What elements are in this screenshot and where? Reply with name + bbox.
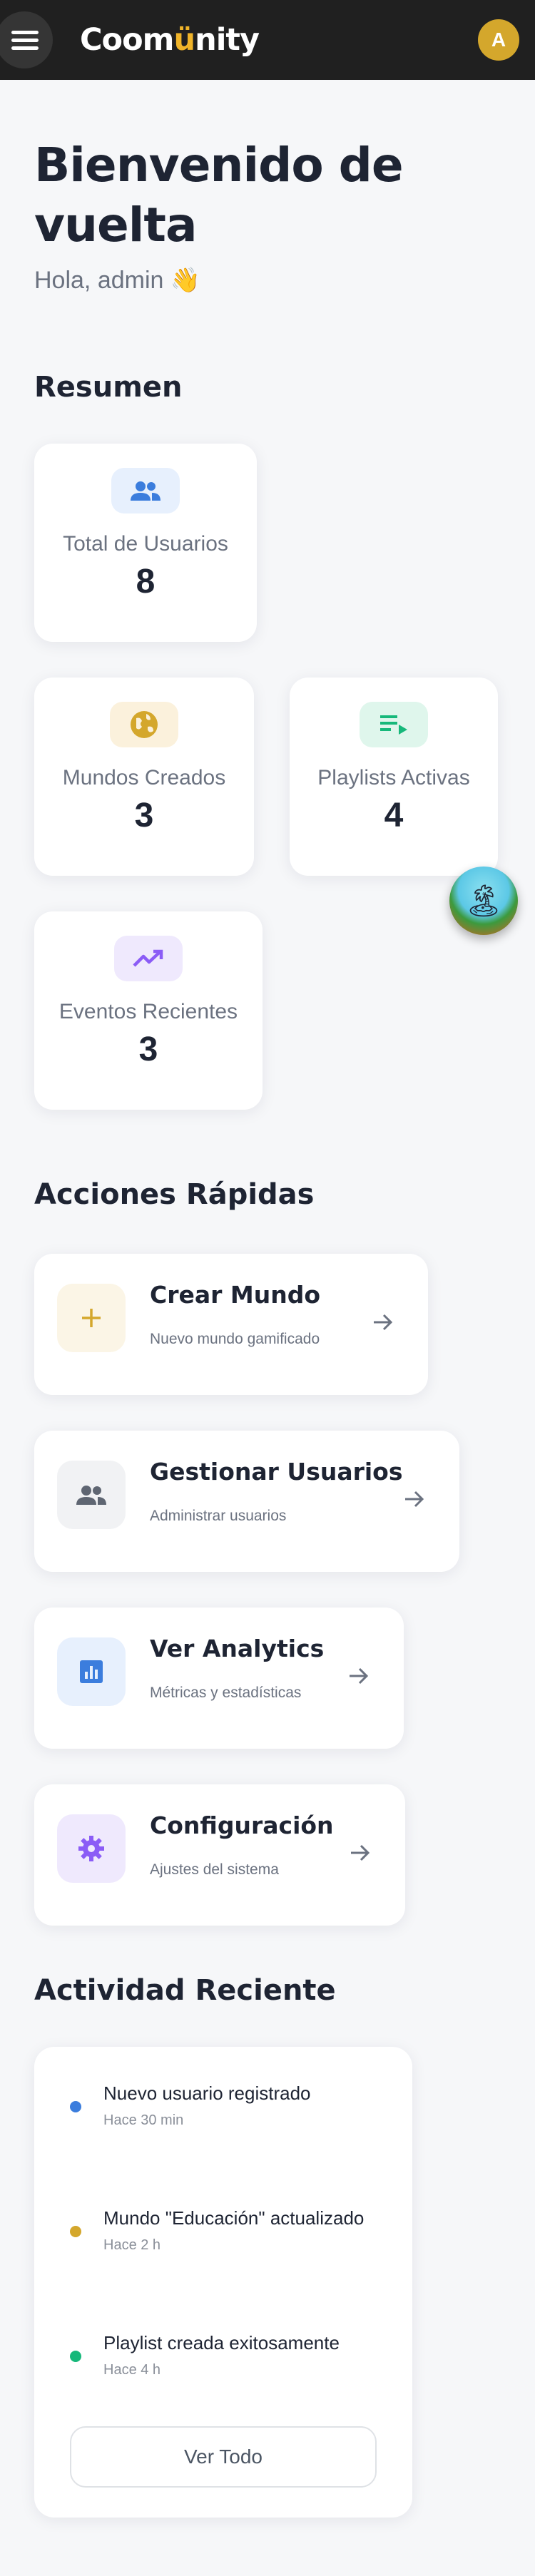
manage-users-button[interactable]: Gestionar Usuarios Administrar usuarios [34,1431,459,1572]
menu-icon-bar [11,46,39,50]
action-title: Crear Mundo [150,1281,321,1309]
greeting-text: Hola, admin 👋 [34,267,201,294]
quick-actions-title: Acciones Rápidas [34,1178,315,1211]
action-subtitle: Métricas y estadísticas [150,1685,302,1701]
avatar[interactable]: A [478,19,519,61]
arrow-right-icon [374,1314,393,1331]
plus-icon [57,1284,126,1352]
stat-label: Eventos Recientes [58,1000,238,1023]
recent-activity-card: Nuevo usuario registrado Hace 30 min Mun… [34,2047,412,2518]
status-dot [70,2351,81,2362]
users-icon [111,468,180,513]
stat-value: 8 [136,563,156,600]
page-title: Bienvenido de vuelta [34,138,404,252]
action-title: Ver Analytics [150,1635,325,1662]
island-badge-icon[interactable]: 🏝 [449,867,518,935]
stat-value: 4 [384,797,404,834]
view-analytics-button[interactable]: Ver Analytics Métricas y estadísticas [34,1608,404,1749]
app-logo[interactable]: Coomünity [80,19,260,61]
menu-icon-bar [11,39,39,42]
action-subtitle: Nuevo mundo gamificado [150,1331,320,1347]
stat-card-worlds[interactable]: Mundos Creados 3 [34,678,254,876]
analytics-icon [57,1637,126,1706]
logo-text: Coomünity [80,22,260,58]
activity-time: Hace 4 h [103,2362,161,2378]
arrow-right-icon [350,1667,369,1685]
summary-title: Resumen [34,371,183,404]
top-app-bar: Coomünity A [0,0,535,80]
arrow-right-icon [405,1491,424,1508]
stat-card-playlists[interactable]: Playlists Activas 4 [290,678,498,876]
activity-title: Nuevo usuario registrado [103,2082,311,2104]
stat-label: Playlists Activas [317,766,470,789]
playlist-icon [360,702,428,747]
menu-icon [11,31,39,34]
trending-up-icon [114,936,183,981]
action-title: Configuración [150,1811,334,1839]
activity-time: Hace 30 min [103,2112,184,2128]
stat-label: Mundos Creados [62,766,226,789]
recent-activity-title: Actividad Reciente [34,1974,336,2007]
action-title: Gestionar Usuarios [150,1458,403,1486]
settings-button[interactable]: Configuración Ajustes del sistema [34,1784,405,1926]
globe-icon [110,702,178,747]
action-subtitle: Administrar usuarios [150,1508,287,1524]
menu-button[interactable] [0,11,53,68]
stat-value: 3 [134,797,154,834]
status-dot [70,2226,81,2237]
activity-title: Mundo "Educación" actualizado [103,2207,365,2229]
activity-title: Playlist creada exitosamente [103,2332,340,2353]
arrow-right-icon [351,1844,370,1861]
gear-icon [57,1814,126,1883]
create-world-button[interactable]: Crear Mundo Nuevo mundo gamificado [34,1254,428,1395]
activity-time: Hace 2 h [103,2237,161,2253]
stat-value: 3 [138,1031,158,1068]
action-subtitle: Ajustes del sistema [150,1861,279,1878]
see-all-button[interactable]: Ver Todo [70,2426,377,2488]
stat-card-users[interactable]: Total de Usuarios 8 [34,444,257,642]
status-dot [70,2101,81,2112]
stat-label: Total de Usuarios [63,532,228,556]
logo-accent-letter: ü [173,22,195,58]
stat-card-events[interactable]: Eventos Recientes 3 [34,911,263,1110]
users-icon [57,1461,126,1529]
